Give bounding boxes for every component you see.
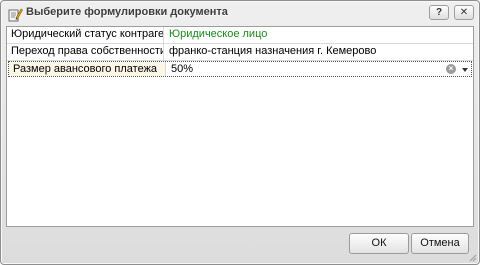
- help-button[interactable]: ?: [429, 5, 449, 20]
- table-row[interactable]: Переход права собственности франко-станц…: [7, 44, 473, 61]
- dialog-title: Выберите формулировки документа: [26, 6, 228, 18]
- document-pencil-icon: [8, 8, 23, 22]
- cancel-button[interactable]: Отмена: [411, 233, 469, 254]
- property-value[interactable]: франко-станция назначения г. Кемерово: [165, 44, 473, 60]
- clear-icon[interactable]: ×: [446, 64, 456, 74]
- chevron-down-icon[interactable]: [462, 68, 468, 72]
- table-row[interactable]: Юридический статус контрагента Юридическ…: [7, 27, 473, 44]
- title-bar[interactable]: Выберите формулировки документа ? ✕: [1, 1, 479, 25]
- property-value[interactable]: Юридическое лицо: [165, 27, 473, 43]
- property-value-editor[interactable]: 50%: [167, 62, 471, 76]
- ok-button[interactable]: ОК: [349, 233, 409, 254]
- property-label: Переход права собственности: [7, 44, 164, 60]
- properties-grid: Юридический статус контрагента Юридическ…: [6, 26, 474, 227]
- close-button[interactable]: ✕: [454, 5, 474, 20]
- resize-grip-icon[interactable]: [469, 254, 477, 262]
- property-label: Размер авансового платежа: [9, 62, 166, 76]
- close-icon: ✕: [459, 7, 469, 18]
- property-label: Юридический статус контрагента: [7, 27, 164, 43]
- dialog-window: Выберите формулировки документа ? ✕ Юрид…: [0, 0, 480, 265]
- table-row-selected[interactable]: Размер авансового платежа 50% ×: [8, 61, 472, 77]
